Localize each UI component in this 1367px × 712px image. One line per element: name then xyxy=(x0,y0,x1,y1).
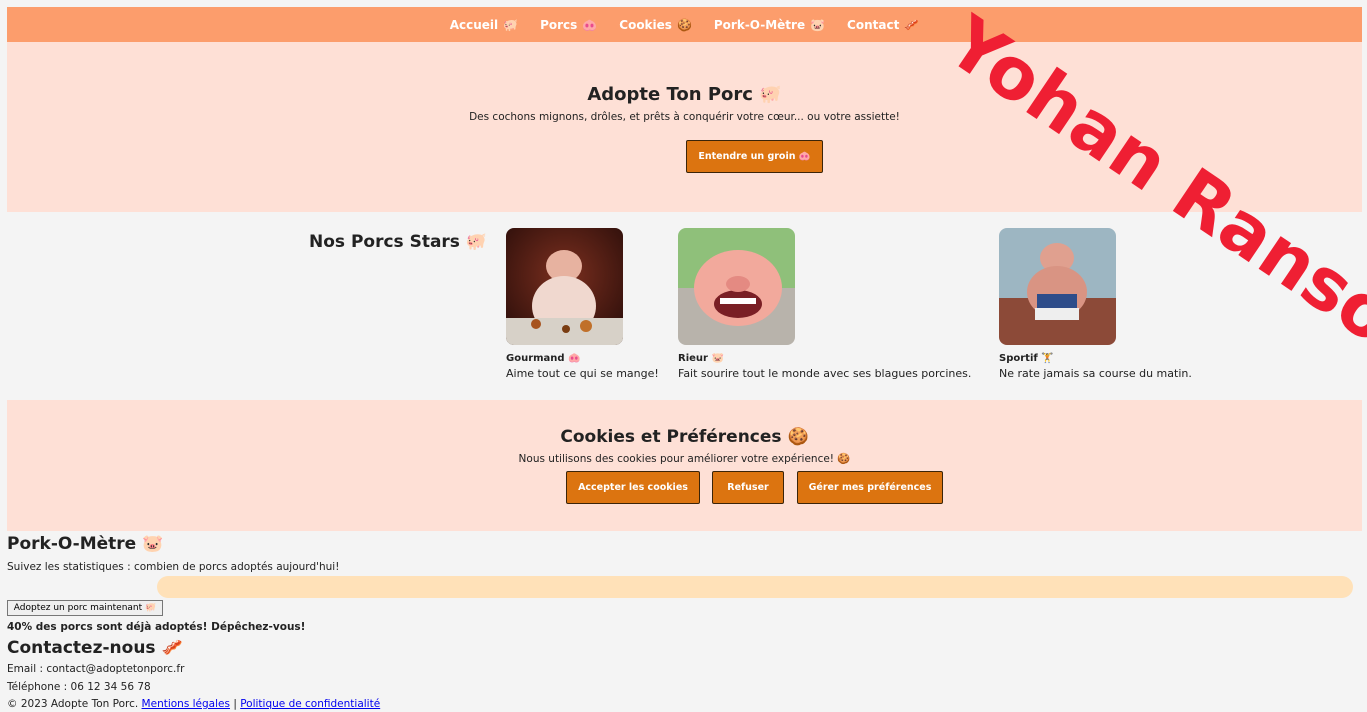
cookies-title: Cookies et Préférences 🍪 xyxy=(560,427,809,447)
pig-card-name: Rieur 🐷 xyxy=(678,353,724,364)
nav-link-cookies[interactable]: Cookies 🍪 xyxy=(619,18,692,32)
nav-link-contact[interactable]: Contact 🥓 xyxy=(847,18,919,32)
adopt-now-button[interactable]: Adoptez un porc maintenant 🐖 xyxy=(7,600,163,616)
pork-o-metre-title: Pork-O-Mètre 🐷 xyxy=(7,534,164,554)
pig-card-rieur: Rieur 🐷 Fait sourire tout le monde avec … xyxy=(678,228,1018,380)
hero-title: Adopte Ton Porc 🐖 xyxy=(587,84,782,105)
refuse-cookies-button[interactable]: Refuser xyxy=(712,471,784,504)
adoption-message: 40% des porcs sont déjà adoptés! Dépêche… xyxy=(7,621,306,633)
pig-face-icon: 🐷 xyxy=(810,17,826,32)
adoption-progress-bar xyxy=(157,576,1353,598)
pig-card-sportif: Sportif 🏋 Ne rate jamais sa course du ma… xyxy=(999,228,1339,380)
hero-section: Adopte Ton Porc 🐖 Des cochons mignons, d… xyxy=(7,42,1362,212)
manage-preferences-button[interactable]: Gérer mes préférences xyxy=(797,471,943,504)
stars-title: Nos Porcs Stars 🐖 xyxy=(309,232,488,252)
pork-o-metre-subtitle: Suivez les statistiques : combien de por… xyxy=(7,561,340,573)
nav-link-porcs[interactable]: Porcs 🐽 xyxy=(540,18,597,32)
laughing-pig-image xyxy=(678,228,795,345)
legal-notice-link[interactable]: Mentions légales xyxy=(142,698,230,710)
contact-phone: Téléphone : 06 12 34 56 78 xyxy=(7,681,151,693)
footer: © 2023 Adopte Ton Porc. Mentions légales… xyxy=(7,698,380,710)
nav-link-accueil[interactable]: Accueil 🐖 xyxy=(450,18,518,32)
pig-icon: 🐖 xyxy=(503,17,519,32)
pig-card-description: Ne rate jamais sa course du matin. xyxy=(999,367,1192,380)
main-navigation: Accueil 🐖 Porcs 🐽 Cookies 🍪 Pork-O-Mètre 🐷 C… xyxy=(7,7,1362,42)
pig-card-name: Sportif 🏋 xyxy=(999,353,1054,364)
hero-subtitle: Des cochons mignons, drôles, et prêts à … xyxy=(469,111,900,123)
cookie-icon: 🍪 xyxy=(676,17,692,32)
footer-separator: | xyxy=(233,698,237,710)
gourmand-pig-image xyxy=(506,228,623,345)
contact-title: Contactez-nous 🥓 xyxy=(7,638,183,658)
pig-nose-icon: 🐽 xyxy=(582,17,598,32)
accept-cookies-button[interactable]: Accepter les cookies xyxy=(566,471,700,504)
contact-email: Email : contact@adoptetonporc.fr xyxy=(7,663,185,675)
cookies-section: Cookies et Préférences 🍪 Nous utilisons … xyxy=(7,400,1362,531)
nav-link-pork-o-metre[interactable]: Pork-O-Mètre 🐷 xyxy=(714,18,825,32)
bacon-icon: 🥓 xyxy=(904,17,920,32)
pig-card-description: Fait sourire tout le monde avec ses blag… xyxy=(678,367,972,380)
copyright-text: © 2023 Adopte Ton Porc. xyxy=(7,698,139,710)
cookies-text: Nous utilisons des cookies pour améliore… xyxy=(518,453,851,465)
sporty-pig-image xyxy=(999,228,1116,345)
privacy-policy-link[interactable]: Politique de confidentialité xyxy=(240,698,380,710)
hear-oink-button[interactable]: Entendre un groin 🐽 xyxy=(686,140,823,173)
